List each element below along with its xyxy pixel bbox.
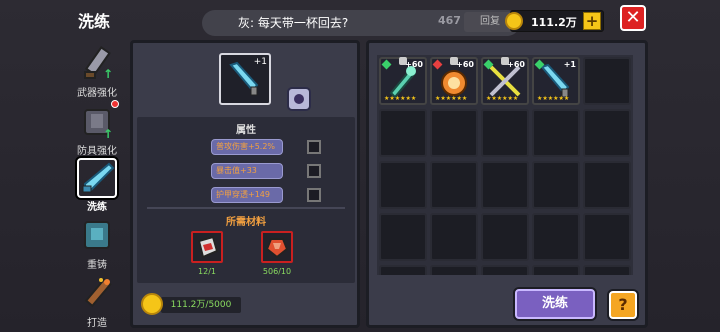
svg-text:↑: ↑ <box>103 127 113 141</box>
page-title: 洗练 <box>78 12 111 31</box>
item-level: +60 <box>456 60 474 69</box>
attribute-row: 暴击值+33 <box>211 163 283 179</box>
armor-icon: ↑ <box>77 100 119 142</box>
lock-checkbox[interactable] <box>307 140 321 154</box>
lock-checkbox[interactable] <box>307 164 321 178</box>
inventory-slot[interactable] <box>532 109 580 157</box>
sidebar-item-label: 打造 <box>87 318 107 329</box>
material-count: 12/1 <box>198 267 216 276</box>
reforge-armor-icon <box>77 216 117 256</box>
inventory-slot[interactable] <box>430 213 478 261</box>
inventory-panel: +60 ★★★★★★ +60 ★★★★★★ +60 ★★★★★★ +1 ★★★★… <box>366 40 648 328</box>
item-level: +1 <box>253 57 267 67</box>
inventory-slot[interactable] <box>430 161 478 209</box>
item-level: +1 <box>563 60 576 69</box>
cost-display: 111.2万/5000 <box>161 297 241 313</box>
inventory-slot[interactable] <box>481 109 529 157</box>
inventory-slot[interactable] <box>379 265 427 275</box>
inventory-slot[interactable]: +60 ★★★★★★ <box>481 57 529 105</box>
sidebar-item-weapon-upgrade[interactable]: ↑ 武器强化 <box>70 44 124 99</box>
gold-value: 111.2万 <box>531 16 577 29</box>
item-level: +60 <box>405 60 423 69</box>
star-rating: ★★★★★★ <box>537 95 570 102</box>
sidebar-item-label: 重铸 <box>87 260 107 271</box>
sword-icon: ↑ <box>77 44 117 84</box>
notification-dot <box>111 100 119 108</box>
gold-coin-icon <box>141 293 163 315</box>
sidebar-item-forge[interactable]: 打造 <box>70 274 124 329</box>
attribute-row: 护甲穿透+149 <box>211 187 283 203</box>
gem-slot[interactable] <box>287 87 311 111</box>
attributes-title: 属性 <box>236 125 256 136</box>
forge-hammer-icon <box>77 274 117 314</box>
gold-coin-icon <box>505 12 523 30</box>
inventory-slot[interactable] <box>379 213 427 261</box>
inventory-slot[interactable] <box>481 161 529 209</box>
inventory-grid: +60 ★★★★★★ +60 ★★★★★★ +60 ★★★★★★ +1 ★★★★… <box>377 55 633 275</box>
lock-checkbox[interactable] <box>307 188 321 202</box>
item-level: +60 <box>507 60 525 69</box>
inventory-slot[interactable]: +1 ★★★★★★ <box>532 57 580 105</box>
sidebar-item-armor-upgrade[interactable]: ↑ 防具强化 <box>70 100 124 157</box>
inventory-slot[interactable] <box>583 161 631 209</box>
inventory-slot[interactable] <box>430 109 478 157</box>
star-rating: ★★★★★★ <box>435 95 468 102</box>
material-count: 506/10 <box>262 267 292 276</box>
close-button[interactable]: ✕ <box>620 5 646 31</box>
inventory-slot[interactable]: +60 ★★★★★★ <box>379 57 427 105</box>
inventory-slot[interactable] <box>583 109 631 157</box>
star-rating: ★★★★★★ <box>486 95 519 102</box>
inventory-slot[interactable] <box>379 109 427 157</box>
inventory-slot[interactable] <box>379 161 427 209</box>
material-slot[interactable] <box>261 231 293 263</box>
inventory-slot[interactable] <box>481 213 529 261</box>
add-gold-button[interactable]: + <box>583 12 601 30</box>
red-stone-icon <box>197 235 219 259</box>
inventory-slot[interactable]: +60 ★★★★★★ <box>430 57 478 105</box>
inventory-slot[interactable] <box>532 265 580 275</box>
inventory-slot[interactable] <box>532 161 580 209</box>
sidebar-item-reforge[interactable]: 重铸 <box>70 216 124 271</box>
forge-screen: 洗练 灰: 每天带一杯回去? 467 回复 111.2万 + ✕ ↑ 武器强化 … <box>0 0 720 332</box>
purple-stone-icon <box>265 238 289 259</box>
help-button[interactable]: ? <box>609 291 637 319</box>
inventory-slot[interactable] <box>532 213 580 261</box>
wash-panel: +1 属性 普攻伤害+5.2% 暴击值+33 护甲穿透+149 所需材料 12/… <box>130 40 360 328</box>
inventory-slot[interactable] <box>583 265 631 275</box>
sidebar-item-label: 武器强化 <box>77 88 117 99</box>
materials-title: 所需材料 <box>226 217 266 228</box>
gem-count: 467 <box>438 14 461 27</box>
attribute-row: 普攻伤害+5.2% <box>211 139 283 155</box>
gold-display: 111.2万 + <box>505 10 604 32</box>
svg-text:↑: ↑ <box>103 67 113 81</box>
sidebar-item-label: 防具强化 <box>77 146 117 157</box>
star-rating: ★★★★★★ <box>384 95 417 102</box>
wash-button[interactable]: 洗练 <box>515 289 595 319</box>
inventory-slot[interactable] <box>481 265 529 275</box>
attribute-box: 属性 普攻伤害+5.2% 暴击值+33 护甲穿透+149 所需材料 12/1 5… <box>137 117 355 283</box>
crystal-sword-icon <box>77 158 117 198</box>
material-slot[interactable] <box>191 231 223 263</box>
inventory-slot[interactable] <box>583 213 631 261</box>
divider <box>147 207 345 209</box>
sidebar-item-wash[interactable]: 洗练 <box>70 158 124 213</box>
inventory-slot[interactable] <box>430 265 478 275</box>
sidebar-item-label: 洗练 <box>87 202 107 213</box>
selected-item-slot[interactable]: +1 <box>219 53 271 105</box>
inventory-slot[interactable] <box>583 57 631 105</box>
